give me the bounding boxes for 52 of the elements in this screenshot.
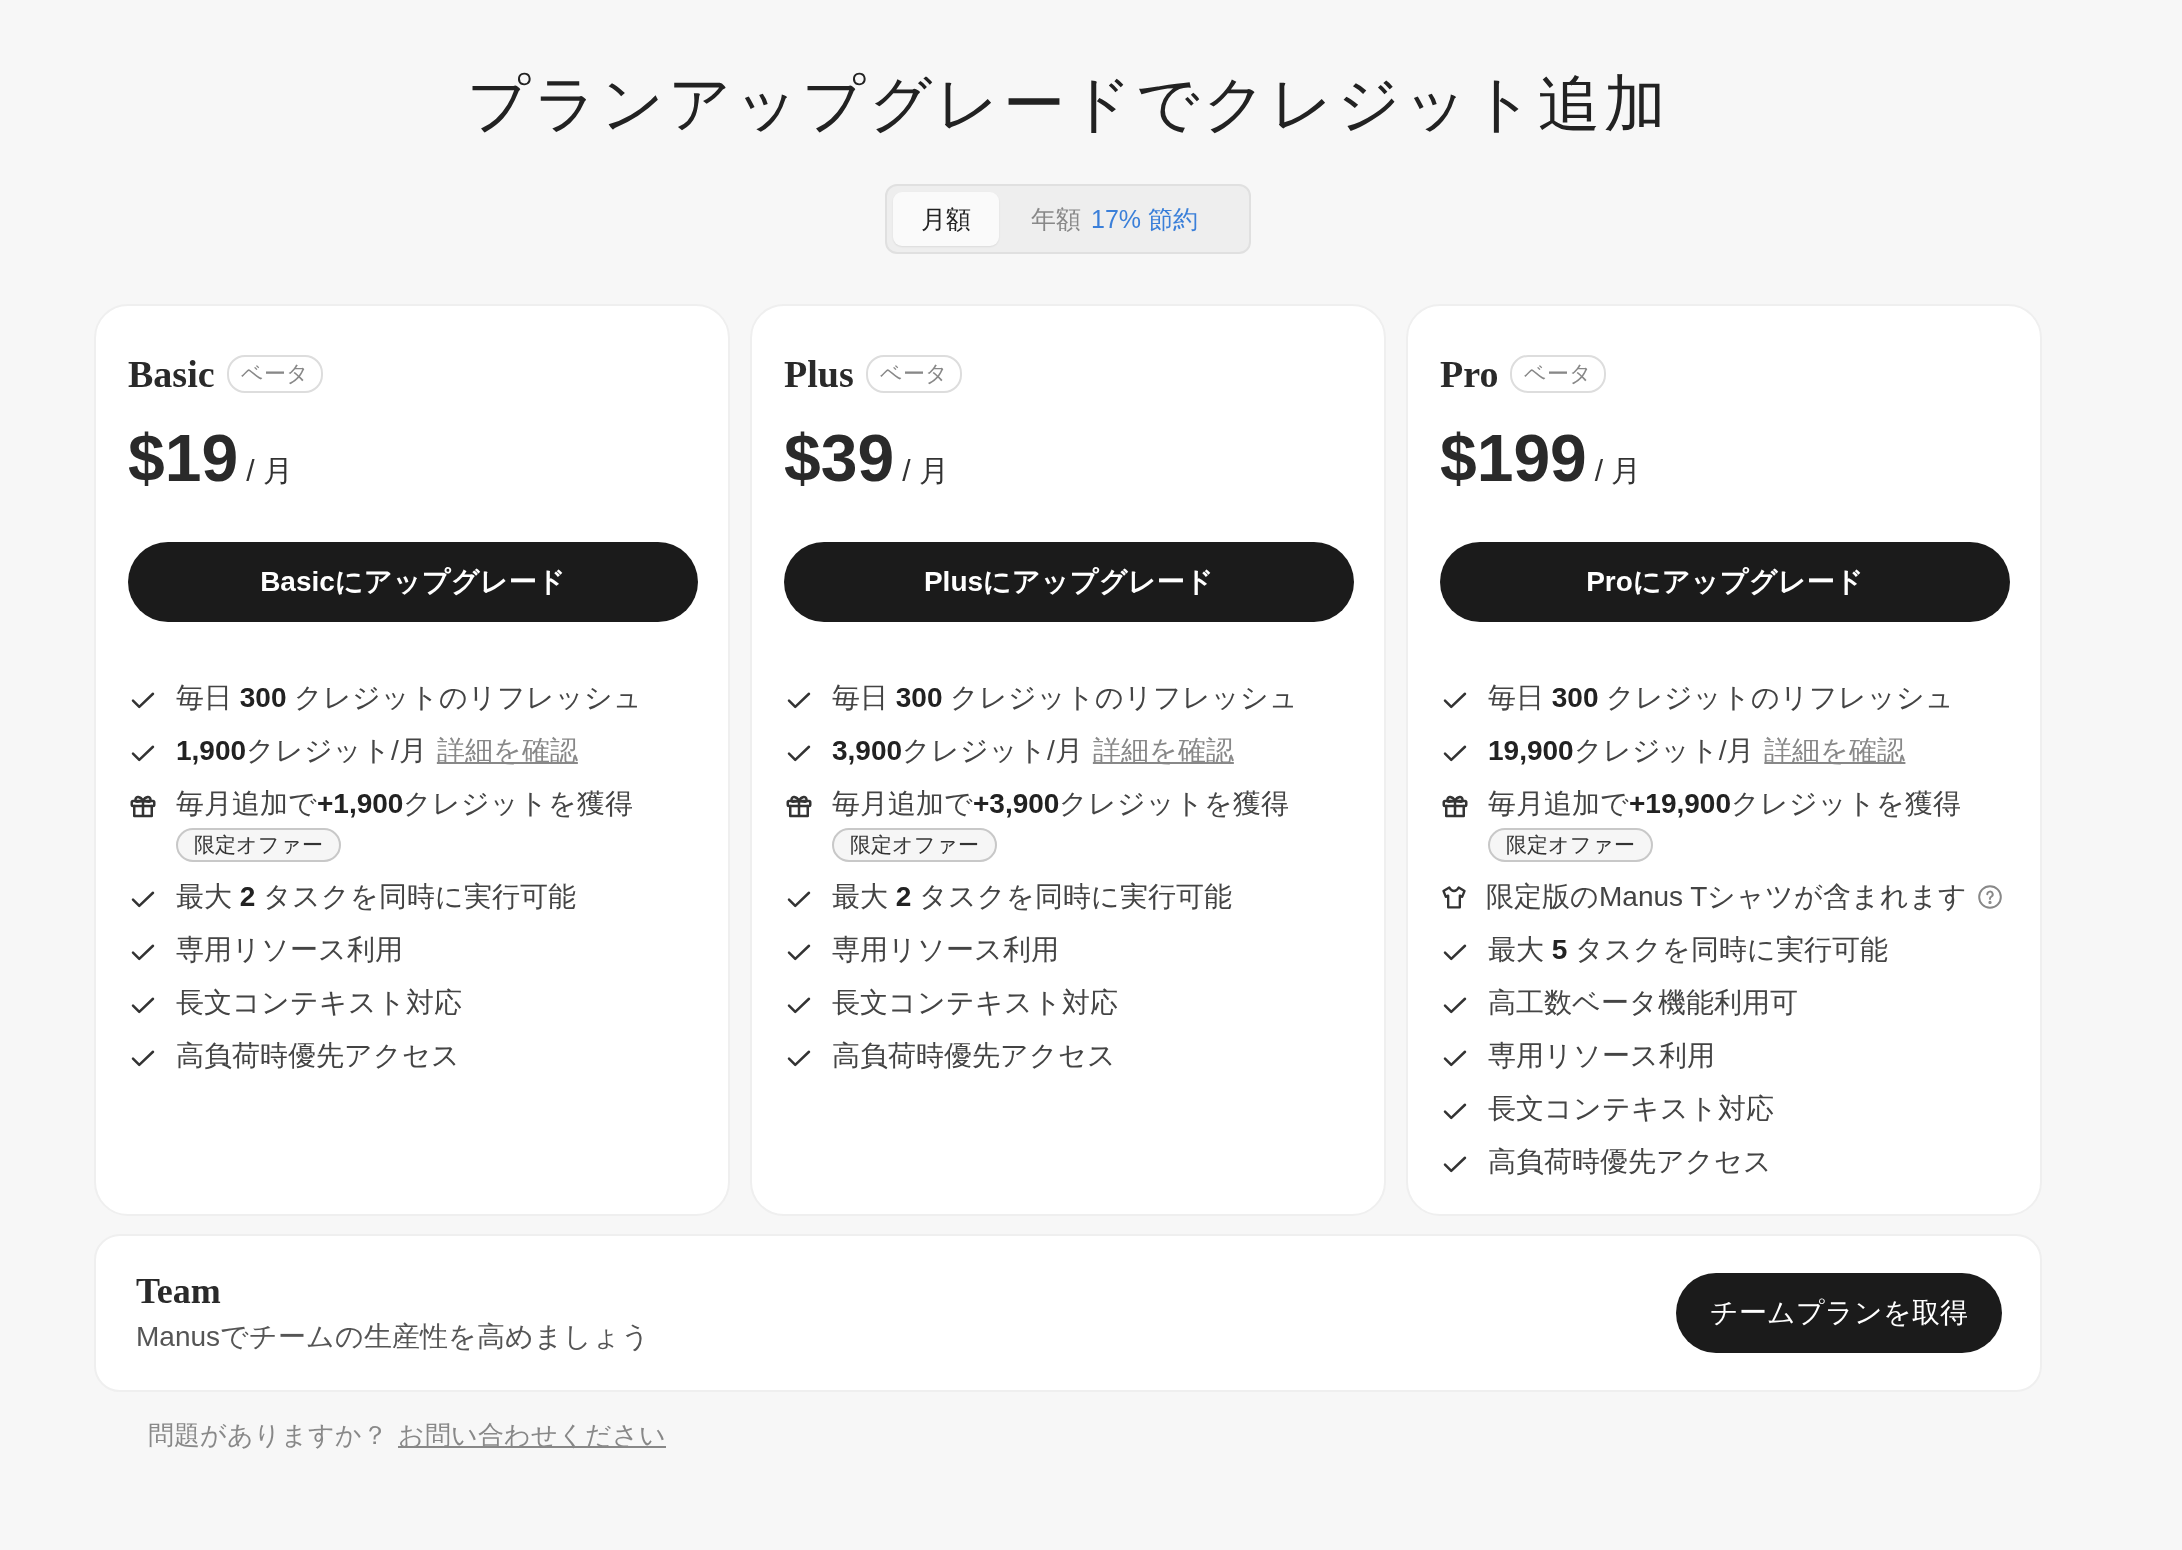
feature-text: 3,900クレジット/月 (832, 734, 1083, 768)
price-period: / 月 (902, 453, 949, 489)
plan-name: Plus (784, 352, 854, 396)
page-title: プランアップグレードでクレジット追加 (466, 69, 1670, 140)
plan-price: $199 (1440, 420, 1587, 496)
plan-name: Pro (1440, 352, 1499, 396)
offer-badge: 限定オファー (832, 828, 997, 862)
plan-name: Basic (128, 352, 215, 396)
help-question: 問題がありますか？ (148, 1419, 388, 1452)
plan-price: $19 (128, 420, 239, 496)
t-shirt-icon (1440, 884, 1468, 912)
offer-badge: 限定オファー (176, 828, 341, 862)
beta-tag: ベータ (226, 355, 323, 393)
details-link[interactable]: 詳細を確認 (1764, 733, 1906, 769)
feature-text: 高工数ベータ機能利用可 (1488, 986, 1798, 1020)
plan-price: $39 (784, 420, 895, 496)
upgrade-button[interactable]: Plusにアップグレード (784, 542, 1354, 622)
feature-text: 毎日 300 クレジットのリフレッシュ (1488, 681, 1955, 715)
feature-text: 専用リソース利用 (832, 933, 1059, 967)
team-name: Team (136, 1270, 222, 1312)
feature-text: 毎月追加で+1,900クレジットを獲得 (176, 787, 634, 821)
feature-text: 限定版のManus Tシャツが含まれます (1486, 880, 1968, 914)
help-icon[interactable] (1977, 884, 2004, 910)
feature-text: 専用リソース利用 (1488, 1039, 1715, 1073)
feature-text: 毎日 300 クレジットのリフレッシュ (832, 681, 1299, 715)
feature-text: 長文コンテキスト対応 (832, 986, 1118, 1020)
beta-tag: ベータ (1510, 355, 1607, 393)
feature-text: 毎日 300 クレジットのリフレッシュ (176, 681, 643, 715)
details-link[interactable]: 詳細を確認 (1092, 733, 1234, 769)
billing-option[interactable]: 月額 (893, 192, 999, 246)
team-plan-button[interactable]: チームプランを取得 (1676, 1273, 2002, 1353)
feature-text: 最大 5 タスクを同時に実行可能 (1488, 933, 1889, 967)
feature-text: 1,900クレジット/月 (176, 734, 427, 768)
feature-text: 最大 2 タスクを同時に実行可能 (176, 880, 577, 914)
feature-text: 専用リソース利用 (176, 933, 403, 967)
offer-badge: 限定オファー (1488, 828, 1653, 862)
price-period: / 月 (246, 453, 293, 489)
feature-text: 毎月追加で+3,900クレジットを獲得 (832, 787, 1290, 821)
details-link[interactable]: 詳細を確認 (436, 733, 578, 769)
price-period: / 月 (1594, 453, 1642, 489)
team-description: Manusでチームの生産性を高めましょう (136, 1320, 651, 1354)
feature-text: 高負荷時優先アクセス (1488, 1145, 1772, 1179)
feature-text: 長文コンテキスト対応 (176, 986, 462, 1020)
feature-text: 高負荷時優先アクセス (176, 1039, 460, 1073)
feature-text: 高負荷時優先アクセス (832, 1039, 1116, 1073)
feature-text: 長文コンテキスト対応 (1488, 1092, 1774, 1126)
feature-text: 19,900クレジット/月 (1488, 734, 1755, 768)
feature-text: 毎月追加で+19,900クレジットを獲得 (1488, 787, 1961, 821)
upgrade-button[interactable]: Proにアップグレード (1440, 542, 2010, 622)
feature-text: 最大 2 タスクを同時に実行可能 (832, 880, 1233, 914)
upgrade-button[interactable]: Basicにアップグレード (128, 542, 698, 622)
beta-tag: ベータ (865, 355, 962, 393)
